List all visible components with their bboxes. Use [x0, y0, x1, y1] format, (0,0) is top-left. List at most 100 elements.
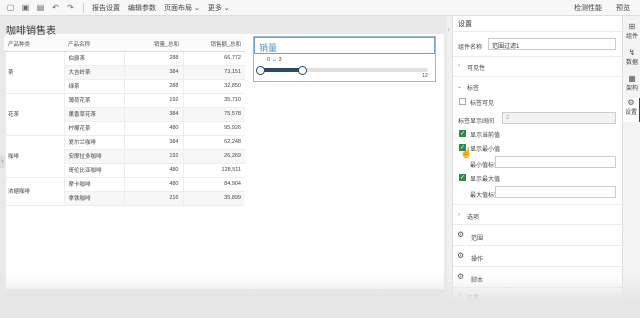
report-settings-button[interactable]: 报告设置: [92, 3, 120, 13]
qty-cell: 192: [123, 93, 183, 108]
label-visible-checkbox[interactable]: [459, 98, 466, 105]
product-cell: 大吉岭茶: [64, 65, 124, 80]
divider: [453, 224, 622, 225]
tab-label: 设置: [624, 110, 637, 116]
divider: [453, 204, 622, 205]
redo-icon[interactable]: ↷: [66, 3, 75, 12]
category-cell: 浓缩咖啡: [4, 177, 65, 206]
product-cell: 绿茶: [64, 79, 124, 94]
label-section[interactable]: 标签: [467, 83, 479, 92]
amount-cell: 128,511: [182, 163, 245, 178]
gear-icon: ⚙: [627, 98, 635, 107]
save-icon[interactable]: ▣: [21, 3, 30, 12]
divider: [453, 76, 622, 77]
divider: [453, 245, 622, 246]
chevron-down-icon[interactable]: ⌄: [457, 83, 462, 90]
slider-max-handle[interactable]: [297, 66, 307, 75]
show-current-checkbox[interactable]: ✓: [459, 130, 466, 137]
amount-cell: 66,772: [182, 51, 245, 66]
qty-cell: 480: [123, 177, 183, 192]
range-gear-icon: ⚙: [457, 230, 465, 239]
show-current-text: 显示当前值: [470, 133, 501, 139]
table-row[interactable]: 咖啡 爱尔兰咖啡 384 62,248: [4, 135, 245, 178]
panel-header: 设置: [458, 21, 472, 28]
tab-data[interactable]: ↯ 数据: [623, 48, 640, 66]
data-icon: ↯: [628, 48, 636, 57]
cursor-hand-icon: ☝: [460, 148, 473, 159]
amount-cell: 95,926: [182, 121, 245, 136]
format-section[interactable]: 格式化: [467, 309, 485, 318]
chevron-right-icon[interactable]: ›: [458, 293, 460, 299]
show-max-checkbox[interactable]: ✓: [459, 174, 466, 181]
product-cell: 摩卡咖啡: [64, 177, 124, 192]
page-layout-menu[interactable]: 页面布局 ⌄: [164, 3, 200, 13]
product-cell: 哥伦比亚咖啡: [64, 163, 124, 178]
collapse-arrow-icon[interactable]: ›: [448, 27, 450, 33]
component-name-input[interactable]: 范围过滤1: [488, 38, 616, 50]
actions-section[interactable]: 操作: [471, 254, 483, 263]
divider: [453, 287, 622, 288]
max-label-input[interactable]: [495, 186, 616, 198]
component-icon: ⊞: [628, 22, 636, 31]
panel-collapse-bar[interactable]: [447, 16, 453, 318]
qty-cell: 384: [123, 65, 183, 80]
actions-gear-icon: ⚙: [457, 251, 465, 260]
column-header[interactable]: 销售额_总和: [183, 37, 245, 52]
more-menu[interactable]: 更多 ⌄: [208, 3, 230, 13]
label-visible-text: 标签可见: [470, 101, 495, 107]
qty-cell: 288: [123, 79, 183, 94]
qty-cell: 192: [123, 149, 183, 164]
show-min-text: 显示最小值: [470, 147, 501, 153]
save-as-icon[interactable]: ▤: [36, 3, 45, 12]
column-header[interactable]: 产品种类: [4, 37, 64, 52]
product-cell: 薄荷花茶: [64, 93, 124, 108]
performance-button[interactable]: 检测性能: [574, 3, 602, 13]
table-row[interactable]: 茶伯爵茶 288 66,772: [4, 51, 245, 94]
visibility-section[interactable]: 可见性: [467, 63, 485, 72]
chevron-right-icon[interactable]: ›: [458, 309, 460, 315]
qty-cell: 288: [123, 51, 183, 66]
more-label: 更多: [207, 4, 222, 12]
chevron-right-icon[interactable]: ›: [458, 63, 460, 69]
tab-component[interactable]: ⊞ 组件: [623, 22, 640, 40]
sales-table: 产品种类 产品名称 销量_总和 销售额_总和 茶伯爵茶 288 66,772 大吉岭茶…: [4, 37, 245, 206]
column-header[interactable]: 产品名称: [64, 37, 124, 52]
tab-settings[interactable]: ⚙ 设置: [623, 98, 640, 122]
edit-params-button[interactable]: 编辑参数: [128, 3, 156, 13]
min-label-input[interactable]: [495, 156, 616, 168]
range-section[interactable]: 范围: [471, 233, 483, 242]
column-header[interactable]: 销量_总和: [124, 37, 183, 52]
slider-max-label: 12: [422, 73, 429, 79]
divider: [453, 56, 622, 57]
script-gear-icon: ⚙: [457, 272, 465, 281]
amount-cell: 75,578: [182, 107, 245, 122]
label-display-width-input[interactable]: 2: [502, 112, 616, 124]
category-cell: 茶: [4, 51, 65, 94]
options-section[interactable]: 选项: [467, 212, 479, 221]
product-cell: 安摩拉多咖啡: [64, 149, 124, 164]
new-doc-icon[interactable]: ▢: [6, 3, 15, 12]
table-row[interactable]: 浓缩咖啡 摩卡咖啡 480 84,904: [4, 177, 245, 206]
slider-selected-range: [260, 68, 302, 72]
undo-icon[interactable]: ↶: [51, 3, 60, 12]
position-section[interactable]: 位置: [467, 293, 479, 302]
tab-layout[interactable]: ▦ 架构: [623, 74, 640, 92]
table-row[interactable]: 花茶 薄荷花茶 192 35,710: [4, 93, 245, 136]
chevron-down-icon: ⌄: [193, 4, 200, 12]
tab-label: 组件: [625, 34, 638, 40]
toolbar-divider: [83, 2, 84, 13]
preview-button[interactable]: 预览: [616, 3, 630, 13]
top-toolbar: ▢ ▣ ▤ ↶ ↷ 报告设置 编辑参数 页面布局 ⌄ 更多 ⌄ 检测性能 预览: [0, 0, 640, 16]
amount-cell: 73,151: [182, 65, 245, 80]
qty-cell: 384: [123, 135, 183, 150]
amount-cell: 62,248: [182, 135, 245, 150]
slider-min-handle[interactable]: [256, 66, 265, 75]
slider-title: 销量: [254, 37, 435, 54]
component-name-label: 组件名称: [458, 45, 483, 51]
side-tabs: ⊞ 组件 ↯ 数据 ▦ 架构 ⚙ 设置: [622, 16, 640, 318]
amount-cell: 84,904: [182, 177, 245, 192]
script-section[interactable]: 脚本: [471, 275, 483, 284]
chevron-right-icon[interactable]: ›: [458, 212, 460, 218]
amount-cell: 35,899: [182, 191, 245, 206]
category-cell: 花茶: [4, 93, 65, 136]
